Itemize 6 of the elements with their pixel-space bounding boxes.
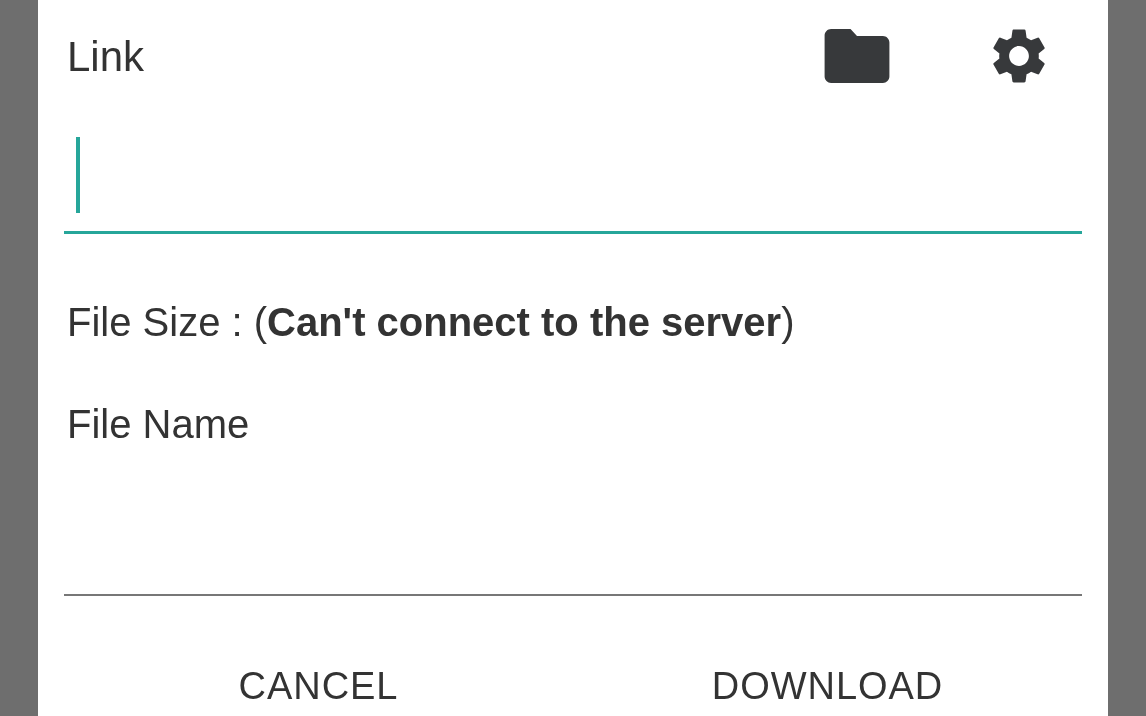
folder-icon[interactable] <box>824 29 890 83</box>
download-button[interactable]: DOWNLOAD <box>573 658 1082 715</box>
file-name-field[interactable]: File Name <box>64 394 1082 596</box>
dialog-title: Link <box>67 31 146 82</box>
file-size-text: File Size : (Can't connect to the server) <box>67 299 796 346</box>
cancel-button[interactable]: CANCEL <box>64 658 573 715</box>
